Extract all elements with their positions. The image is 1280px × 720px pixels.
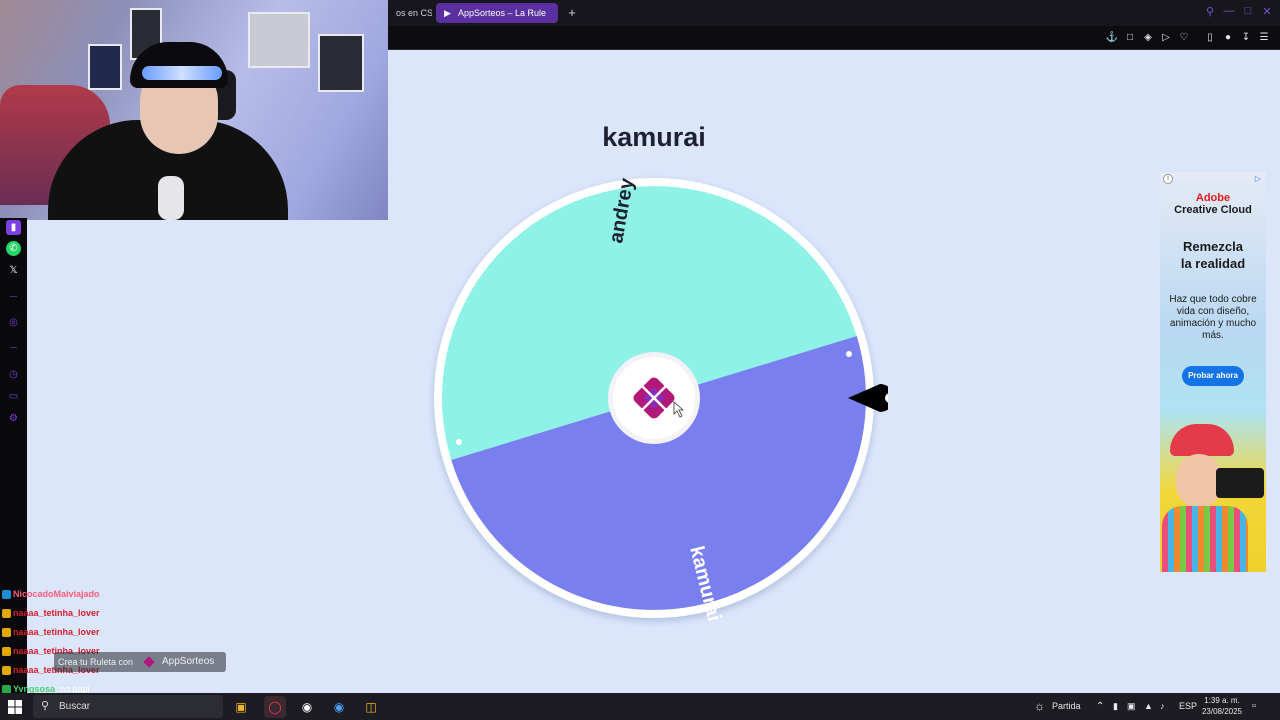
microphone-icon[interactable]: ▮ <box>1113 693 1118 720</box>
ad-headline-line2: la realidad <box>1180 256 1246 271</box>
chevron-up-icon[interactable]: ⌃ <box>1096 693 1104 720</box>
windows-taskbar: ⚲ Buscar ▣ ◯ ◉ ◉ ◫ ☼ Partida ⌃ ▮ ▣ ▲ ♪ E… <box>0 693 1280 720</box>
chat-badge-icon <box>2 628 11 638</box>
chat-message: naaaa_tetinha_lover <box>2 607 100 619</box>
appsorteos-promo-brand: AppSorteos <box>162 656 215 667</box>
chat-message: NicocadoMaiviajado <box>2 588 100 600</box>
chrome-icon[interactable]: ◉ <box>328 696 350 718</box>
whatsapp-icon[interactable]: ✆ <box>6 241 21 256</box>
clock-date: 23/08/2025 <box>1201 707 1243 716</box>
account-icon[interactable]: ● <box>1221 31 1235 45</box>
menu-icon[interactable]: ☰ <box>1257 31 1271 45</box>
ad-image-phone <box>1216 468 1264 498</box>
notifications-icon[interactable]: ▫ <box>1252 693 1256 720</box>
browser-tab-active[interactable]: ▶ AppSorteos – La Rule <box>436 3 558 23</box>
taskbar-clock[interactable]: 1:39 a. m. 23/08/2025 <box>1192 695 1252 717</box>
chat-badge-icon <box>2 647 11 657</box>
opera-gx-icon[interactable]: ◯ <box>264 696 286 718</box>
screen: os en CS2 ▶ AppSorteos – La Rule + ⚲ — □… <box>0 0 1280 720</box>
chat-badge-icon <box>2 590 11 600</box>
taskbar-search[interactable]: ⚲ Buscar <box>33 695 223 718</box>
appsorteos-logo-icon <box>143 656 155 668</box>
shield-icon[interactable]: ◈ <box>1141 31 1155 45</box>
volume-icon[interactable]: ♪ <box>1160 693 1165 720</box>
chat-badge-icon <box>2 666 11 676</box>
appsorteos-promo[interactable]: Crea tu Ruleta con AppSorteos <box>54 652 226 672</box>
extension-icon[interactable]: ▯ <box>1203 31 1217 45</box>
appsorteos-promo-text: Crea tu Ruleta con <box>58 657 134 667</box>
browser-tab-active-label: AppSorteos – La Rule <box>458 8 547 18</box>
obs-icon[interactable]: ◉ <box>296 696 318 718</box>
new-tab-button[interactable]: + <box>565 3 579 23</box>
windows-start-icon[interactable] <box>8 700 22 714</box>
chat-username[interactable]: naaaa_tetinha_lover <box>13 608 100 618</box>
file-explorer-icon[interactable]: ▣ <box>230 696 252 718</box>
collection-icon[interactable]: □ <box>1123 31 1137 45</box>
ad-brand-line2: Creative Cloud <box>1174 204 1252 216</box>
download-icon[interactable]: ↧ <box>1239 31 1253 45</box>
ad-info-icon[interactable]: i <box>1163 174 1173 184</box>
target-icon[interactable]: ◎ <box>6 315 21 330</box>
ad-brand: Adobe Creative Cloud <box>1160 192 1266 216</box>
settings-icon[interactable]: ⚙ <box>6 411 21 426</box>
sidebar-divider <box>10 347 17 348</box>
network-icon[interactable]: ▣ <box>1127 693 1136 720</box>
chat-username[interactable]: NicocadoMaiviajado <box>13 589 100 599</box>
chat-username[interactable]: naaaa_tetinha_lover <box>13 627 100 637</box>
history-icon[interactable]: ◷ <box>6 367 21 382</box>
ad-headline-line1: Remezcla <box>1183 239 1243 254</box>
roulette-wheel[interactable]: andreykamurai <box>428 172 888 632</box>
chat-badge-icon <box>2 609 11 619</box>
search-icon[interactable]: ⚲ <box>1203 5 1217 18</box>
ad-cta-button[interactable]: Probar ahora <box>1182 366 1244 386</box>
heart-icon[interactable]: ♡ <box>1177 31 1191 45</box>
play-icon[interactable]: ▷ <box>1159 31 1173 45</box>
ad-image-sweater <box>1162 506 1248 572</box>
chat-overlay: NicocadoMaiviajado naaaa_tetinha_lover naa… <box>0 586 160 695</box>
twitch-icon[interactable]: ▮ <box>6 220 21 235</box>
weather-icon[interactable]: ☼ <box>1034 693 1045 720</box>
speaker-icon: ▶ <box>444 8 451 18</box>
ad-image-hat <box>1170 424 1234 456</box>
browser-tab-previous[interactable]: os en CS2 <box>388 4 432 22</box>
weather-label[interactable]: Partida <box>1052 693 1081 720</box>
wheel-peg <box>456 439 462 445</box>
ad-choices-icon[interactable]: ▷ <box>1253 174 1263 184</box>
ad-headline: Remezcla la realidad <box>1160 238 1266 272</box>
taskbar-search-placeholder: Buscar <box>59 701 91 712</box>
clock-time: 1:39 a. m. <box>1204 696 1240 705</box>
x-icon[interactable]: 𝕏 <box>6 263 21 278</box>
minimize-icon[interactable]: — <box>1222 5 1236 17</box>
ad-brand-line1: Adobe <box>1195 192 1231 204</box>
wallet-icon[interactable]: ▭ <box>6 389 21 404</box>
chat-message: naaaa_tetinha_lover <box>2 626 100 638</box>
close-icon[interactable]: ✕ <box>1260 5 1274 18</box>
app-icon[interactable]: ◫ <box>360 696 382 718</box>
wifi-icon[interactable]: ▲ <box>1144 693 1153 720</box>
wheel-peg <box>846 351 852 357</box>
webcam-overlay <box>0 0 388 220</box>
search-icon: ⚲ <box>41 700 50 712</box>
pin-icon[interactable]: ⚓ <box>1105 31 1119 45</box>
winner-title: kamurai <box>602 122 706 152</box>
sidebar-divider <box>10 296 17 297</box>
ad-copy: Haz que todo cobre vida con diseño, anim… <box>1169 294 1257 341</box>
advertisement[interactable]: i ▷ Adobe Creative Cloud Remezcla la rea… <box>1160 172 1266 572</box>
maximize-icon[interactable]: □ <box>1241 5 1255 17</box>
